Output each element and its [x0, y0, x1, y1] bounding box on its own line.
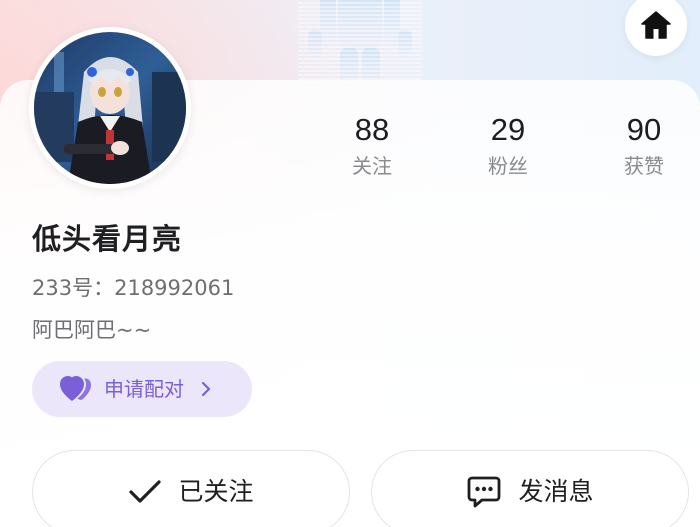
- following-button[interactable]: 已关注: [32, 450, 350, 527]
- home-icon: [641, 11, 671, 39]
- home-button[interactable]: [625, 0, 687, 56]
- avatar[interactable]: [29, 27, 191, 189]
- stat-following[interactable]: 88 关注: [322, 112, 422, 180]
- chat-bubble-icon: [468, 476, 501, 508]
- stat-likes-count: 90: [626, 112, 662, 147]
- uid-label: 233号：: [32, 276, 115, 300]
- send-message-label: 发消息: [518, 477, 594, 506]
- stat-followers[interactable]: 29 粉丝: [458, 112, 558, 180]
- stat-followers-label: 粉丝: [488, 154, 528, 178]
- stat-following-count: 88: [354, 112, 390, 147]
- stat-following-label: 关注: [352, 154, 392, 178]
- uid-value: 218992061: [114, 276, 235, 300]
- following-label: 已关注: [178, 477, 254, 506]
- stats-row: 88 关注 29 粉丝 90 获赞: [300, 112, 700, 192]
- profile-bio: 阿巴阿巴~~: [32, 318, 152, 342]
- apply-match-label: 申请配对: [104, 377, 184, 401]
- profile-nickname: 低头看月亮: [32, 222, 183, 256]
- hero-figure-illustration: [298, 0, 422, 86]
- check-icon: [129, 480, 162, 503]
- chevron-right-icon: [201, 381, 211, 397]
- avatar-illustration: [34, 32, 186, 184]
- stat-likes-label: 获赞: [624, 154, 664, 178]
- stat-likes[interactable]: 90 获赞: [594, 112, 694, 180]
- stat-followers-count: 29: [490, 112, 526, 147]
- send-message-button[interactable]: 发消息: [371, 450, 689, 527]
- apply-match-button[interactable]: 申请配对: [32, 361, 252, 417]
- profile-uid: 233号：218992061: [32, 272, 234, 304]
- profile-page: 88 关注 29 粉丝 90 获赞 低头看月亮 233号：218992061 阿…: [0, 0, 700, 527]
- double-heart-icon: [60, 376, 91, 401]
